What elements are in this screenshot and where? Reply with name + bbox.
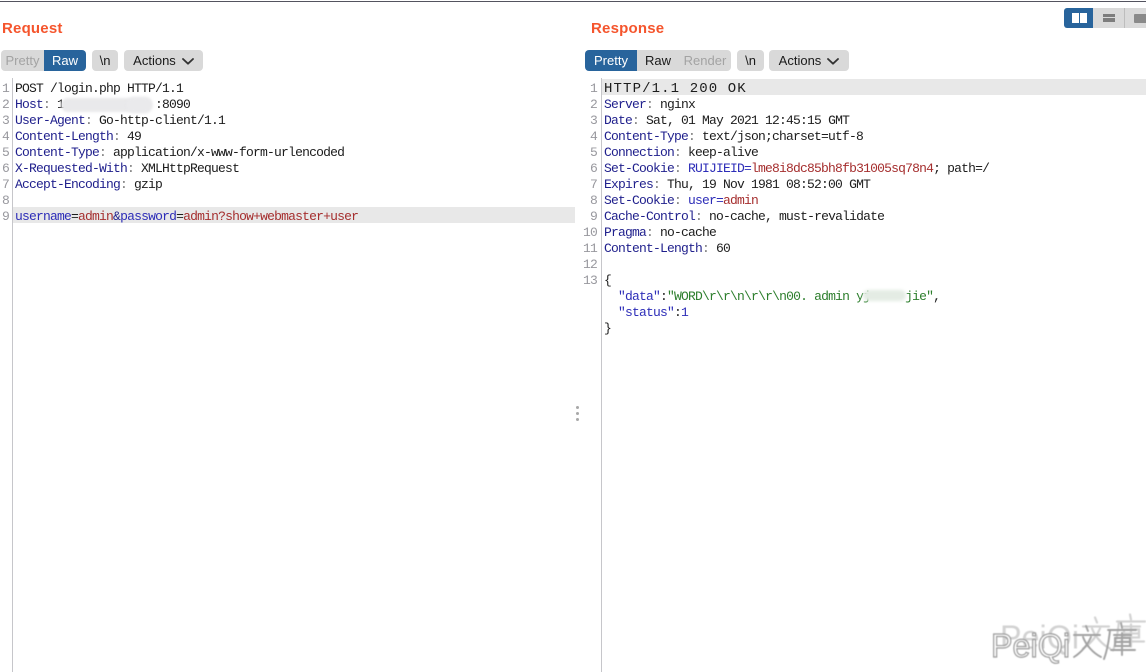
svg-text:PeiQi: PeiQi [991, 627, 1070, 664]
